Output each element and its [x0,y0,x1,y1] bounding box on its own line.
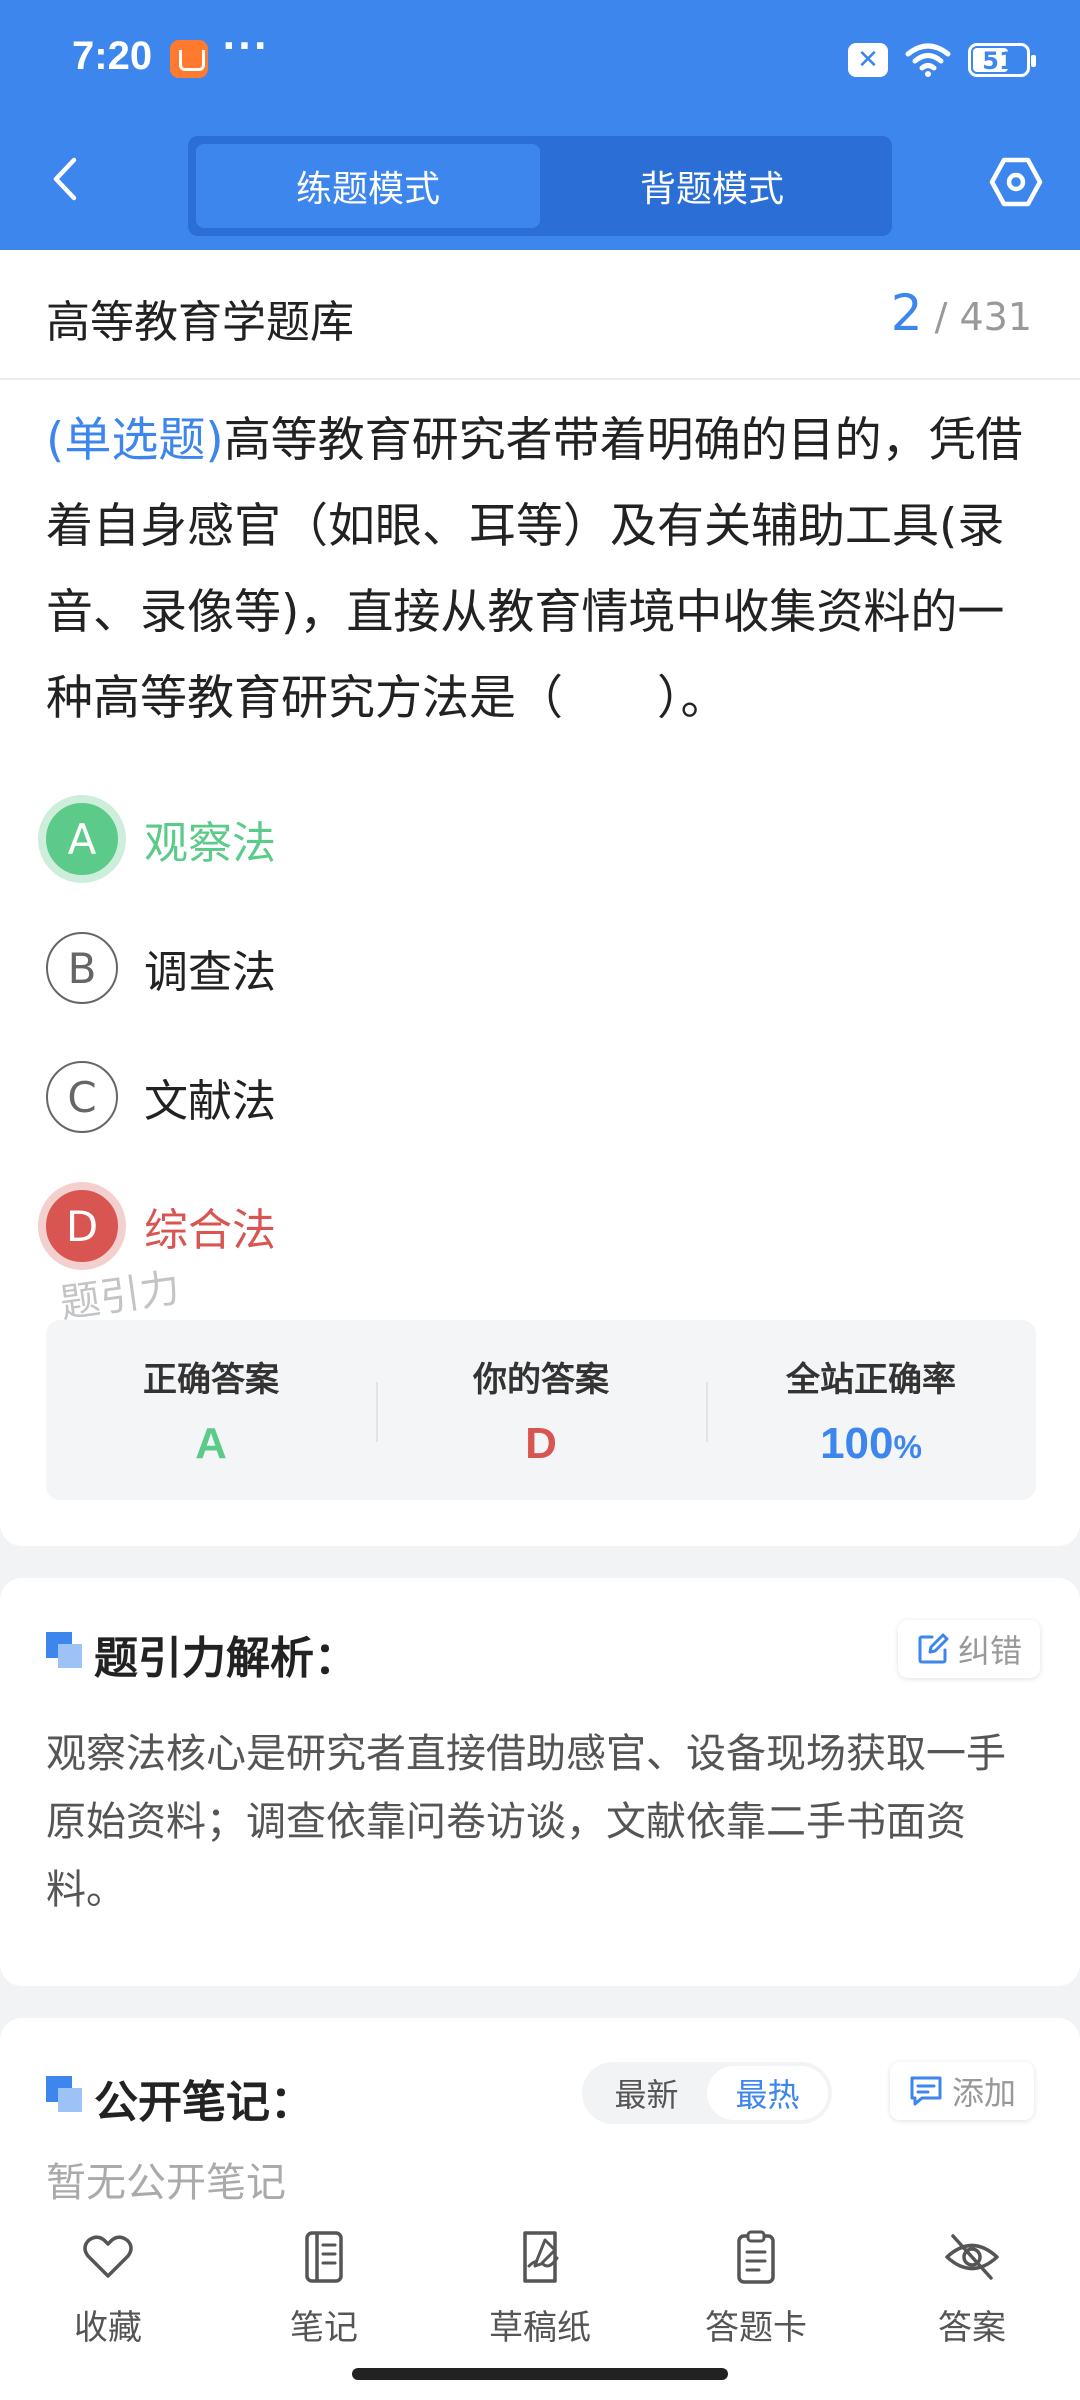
analysis-text: 观察法核心是研究者直接借助感官、设备现场获取一手原始资料；调查依靠问卷访谈，文献… [46,1731,1006,1913]
option-letter: B [46,932,118,1004]
mode-switch: 练题模式 背题模式 [188,136,892,236]
notebook-icon [305,2231,343,2283]
report-error-button[interactable]: 纠错 [898,1620,1041,1678]
notes-label: 笔记 [290,2308,358,2348]
status-bar: 7:20 ··· ✕ 51 [0,0,1080,118]
add-note-label: 添加 [952,2074,1017,2112]
accuracy-number: 100 [820,1418,894,1468]
option-label: 调查法 [144,947,276,998]
app-notification-icon [170,40,208,78]
correct-answer-panel: 正确答案 A [46,1320,376,1500]
option-label: 观察法 [144,818,276,869]
answer-sheet-label: 答题卡 [705,2308,807,2348]
option-letter: A [46,803,118,875]
notes-title: 公开笔记： [94,2077,314,2128]
status-indicators: ✕ 51 [848,40,1036,80]
notes-button[interactable]: 笔记 [244,2228,404,2349]
question-type: (单选题) [46,413,224,468]
chevron-left-icon [53,157,77,201]
correct-answer-label: 正确答案 [143,1359,279,1400]
clipboard-icon [737,2230,775,2284]
battery-icon: 51 [968,43,1036,77]
analysis-title: 题引力解析： [94,1633,358,1684]
comment-icon [910,2076,942,2106]
option-label: 综合法 [144,1205,276,1256]
question-text: (单选题)高等教育研究者带着明确的目的，凭借着自身感官（如眼、耳等）及有关辅助工… [46,398,1036,742]
header: 7:20 ··· ✕ 51 练题模式 背题模式 [0,0,1080,250]
heart-icon [83,2235,133,2278]
answer-sheet-button[interactable]: 答题卡 [676,2228,836,2349]
add-note-button[interactable]: 添加 [890,2062,1035,2120]
empty-notes-text: 暂无公开笔记 [46,2160,286,2206]
draft-icon [523,2231,559,2283]
option-label: 文献法 [144,1076,276,1127]
wifi-icon [905,43,951,77]
nav-bar: 练题模式 背题模式 [0,118,1080,250]
section-square-icon [46,2076,82,2112]
back-button[interactable] [40,154,90,204]
settings-button[interactable] [988,154,1044,210]
bottom-toolbar: 收藏 笔记 草稿纸 答题卡 答案 [0,2210,1080,2400]
bank-header: 高等教育学题库 2 / 431 [0,250,1080,380]
sim-off-icon: ✕ [848,43,888,77]
answer-summary: 正确答案 A 你的答案 D 全站正确率 100% [46,1320,1036,1500]
option-b[interactable]: B 调查法 [46,923,746,1013]
option-letter: D [46,1190,118,1262]
section-square-icon [46,1632,82,1668]
sort-newest[interactable]: 最新 [586,2066,707,2120]
your-answer-label: 你的答案 [473,1359,609,1400]
correct-answer-value: A [195,1418,227,1468]
accuracy-unit: % [893,1428,922,1465]
report-error-label: 纠错 [958,1632,1023,1670]
question-progress: 2 / 431 [890,284,1032,342]
analysis-card: 题引力解析： 纠错 观察法核心是研究者直接借助感官、设备现场获取一手原始资料；调… [0,1578,1080,1986]
draft-paper-label: 草稿纸 [489,2308,591,2348]
favorite-button[interactable]: 收藏 [28,2228,188,2349]
accuracy-label: 全站正确率 [786,1359,956,1400]
bank-title: 高等教育学题库 [46,297,354,348]
notes-sort-toggle: 最新 最热 [582,2062,832,2124]
favorite-label: 收藏 [74,2308,142,2348]
your-answer-value: D [525,1418,557,1468]
status-time: 7:20 [72,34,153,78]
current-question-number: 2 [890,284,923,342]
draft-paper-button[interactable]: 草稿纸 [460,2228,620,2349]
accuracy-value: 100% [820,1419,922,1469]
option-d[interactable]: D 综合法 [46,1181,746,1271]
tab-practice-mode[interactable]: 练题模式 [196,144,540,228]
total-question-count: 431 [959,295,1032,339]
more-notifications-indicator: ··· [222,26,270,67]
tab-recite-mode[interactable]: 背题模式 [540,144,884,228]
your-answer-panel: 你的答案 D [376,1320,706,1500]
show-answer-label: 答案 [938,2308,1006,2348]
battery-level: 51 [982,47,1016,75]
accuracy-panel: 全站正确率 100% [706,1320,1036,1500]
eye-off-icon [945,2234,999,2280]
show-answer-button[interactable]: 答案 [892,2228,1052,2349]
edit-icon [918,1633,949,1664]
settings-hexagon-icon [989,157,1043,207]
home-indicator[interactable] [352,2368,728,2380]
option-c[interactable]: C 文献法 [46,1052,746,1142]
sort-hottest[interactable]: 最热 [707,2066,828,2120]
option-a[interactable]: A 观察法 [46,794,746,884]
option-letter: C [46,1061,118,1133]
question-card: 高等教育学题库 2 / 431 (单选题)高等教育研究者带着明确的目的，凭借着自… [0,250,1080,1546]
